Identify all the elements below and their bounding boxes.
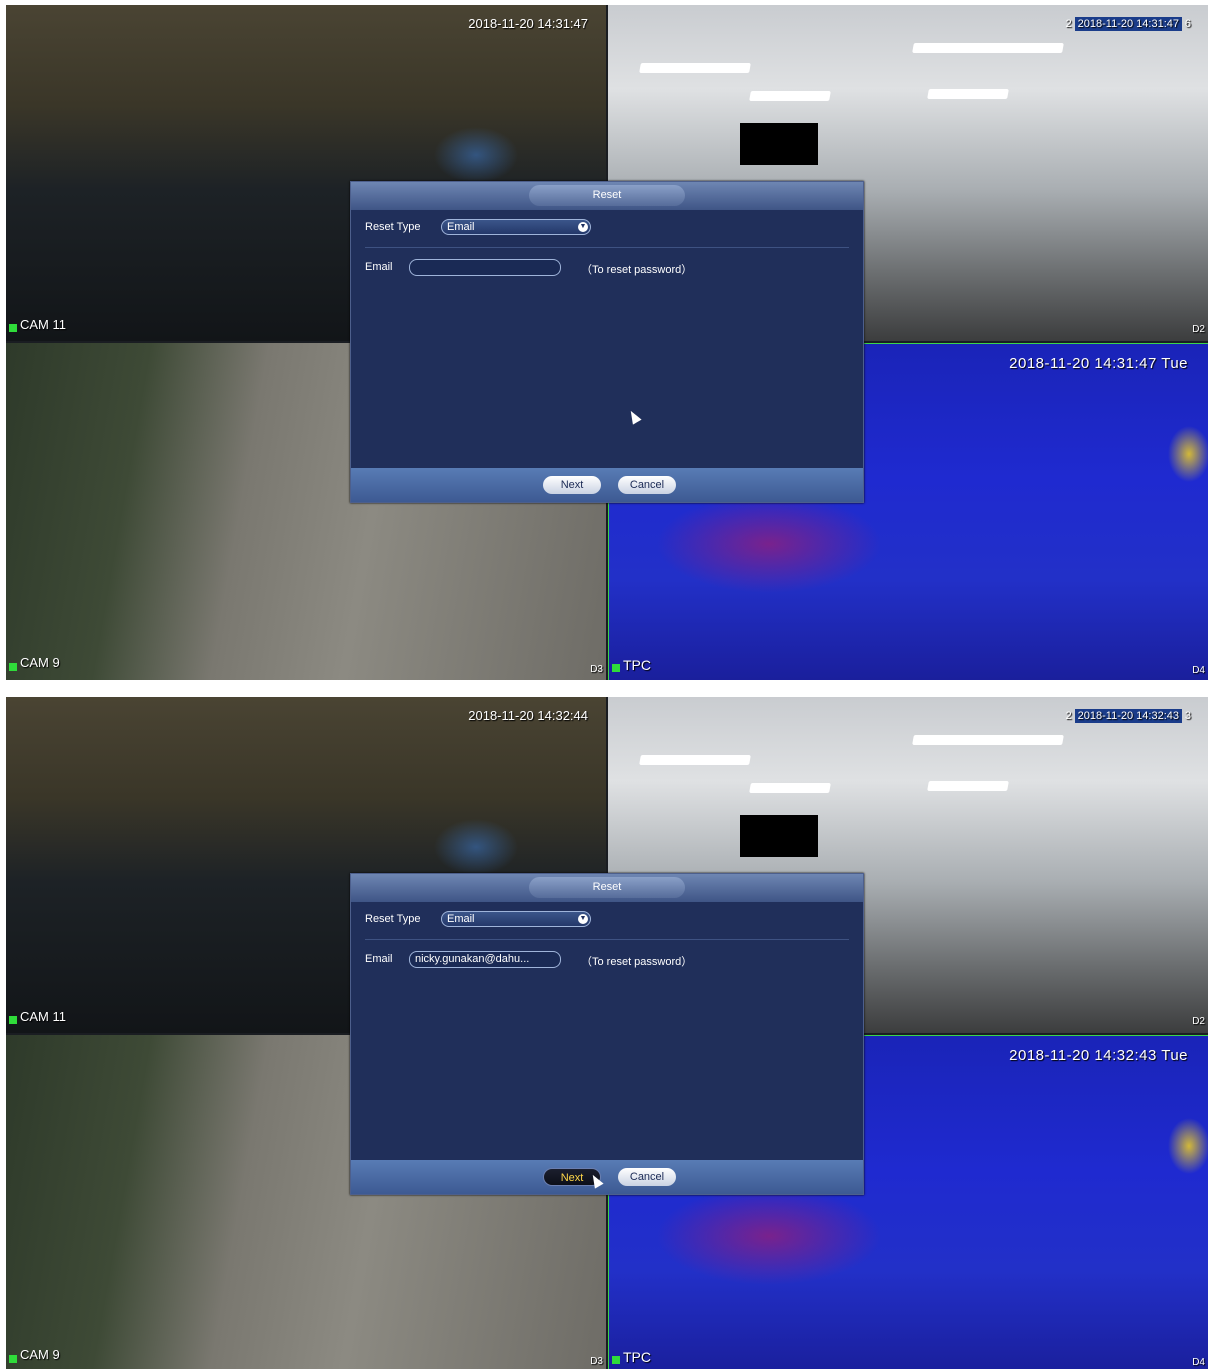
channel-label: D3: [590, 664, 603, 675]
recording-indicator-icon: [9, 1016, 17, 1024]
ceiling-light: [749, 91, 831, 101]
camera-name: TPC: [623, 1349, 651, 1365]
reset-dialog: Reset Reset Type Email ▼ Email （To reset…: [350, 181, 864, 503]
cancel-button[interactable]: Cancel: [618, 476, 676, 494]
email-field[interactable]: nicky.gunakan@dahu...: [409, 951, 561, 968]
reset-type-value: Email: [447, 221, 475, 233]
recording-indicator-icon: [612, 1356, 620, 1364]
reset-type-value: Email: [447, 913, 475, 925]
recording-indicator-icon: [9, 663, 17, 671]
email-hint: （To reset password）: [581, 264, 693, 276]
reset-type-select[interactable]: Email ▼: [441, 219, 591, 235]
mouse-pointer-icon: [626, 408, 642, 425]
email-hint: （To reset password）: [581, 956, 693, 968]
reset-type-label: Reset Type: [365, 913, 421, 925]
camera-timestamp: 2018-11-20 14:32:44: [468, 708, 588, 723]
email-label: Email: [365, 261, 393, 273]
camera-timestamp: 2 2018-11-20 14:31:47 6: [1066, 17, 1191, 31]
cancel-button[interactable]: Cancel: [618, 1168, 676, 1186]
ceiling-light: [749, 783, 831, 793]
chevron-down-icon[interactable]: ▼: [578, 914, 588, 924]
mouse-pointer-icon: [588, 1172, 604, 1189]
divider: [365, 939, 849, 940]
camera-name: CAM 11: [20, 317, 66, 332]
recording-indicator-icon: [9, 324, 17, 332]
dialog-header: Reset: [351, 182, 863, 210]
redaction-box: [740, 815, 818, 857]
dialog-footer: Next Cancel: [351, 468, 863, 502]
email-field[interactable]: [409, 259, 561, 276]
channel-label: D4: [1192, 1357, 1205, 1368]
ceiling-light: [639, 63, 751, 73]
recording-indicator-icon: [612, 664, 620, 672]
camera-timestamp: 2018-11-20 14:31:47 Tue: [1009, 355, 1188, 372]
camera-name: TPC: [623, 657, 651, 673]
camera-name: CAM 9: [20, 655, 60, 670]
timestamp-text: 2018-11-20 14:31:47: [1077, 18, 1179, 30]
divider: [365, 247, 849, 248]
ceiling-light: [912, 43, 1064, 53]
camera-timestamp: 2018-11-20 14:32:43 Tue: [1009, 1047, 1188, 1064]
camera-timestamp: 2018-11-20 14:31:47: [468, 16, 588, 31]
reset-dialog: Reset Reset Type Email ▼ Email nicky.gun…: [350, 873, 864, 1195]
reset-type-label: Reset Type: [365, 221, 421, 233]
chevron-down-icon[interactable]: ▼: [578, 222, 588, 232]
camera-timestamp: 2 2018-11-20 14:32:43 3: [1066, 709, 1191, 723]
camera-name: CAM 9: [20, 1347, 60, 1362]
dialog-title: Reset: [529, 877, 685, 898]
channel-label: D2: [1192, 324, 1205, 335]
email-label: Email: [365, 953, 393, 965]
channel-label: D4: [1192, 665, 1205, 676]
dialog-header: Reset: [351, 874, 863, 902]
nvr-screenshot-before: 2018-11-20 14:31:47 CAM 11 2 2018-11-20 …: [6, 5, 1208, 680]
timestamp-suffix: 3: [1184, 710, 1191, 722]
camera-name: CAM 11: [20, 1009, 66, 1024]
next-button[interactable]: Next: [543, 476, 601, 494]
channel-label: D3: [590, 1356, 603, 1367]
ceiling-light: [639, 755, 751, 765]
dialog-title: Reset: [529, 185, 685, 206]
redaction-box: [740, 123, 818, 165]
timestamp-suffix: 6: [1184, 18, 1191, 30]
ceiling-light: [927, 89, 1009, 99]
ceiling-light: [927, 781, 1009, 791]
timestamp-prefix: 2: [1065, 18, 1072, 30]
channel-label: D2: [1192, 1016, 1205, 1027]
ceiling-light: [912, 735, 1064, 745]
nvr-screenshot-after: 2018-11-20 14:32:44 CAM 11 2 2018-11-20 …: [6, 697, 1208, 1369]
timestamp-text: 2018-11-20 14:32:43: [1077, 710, 1179, 722]
recording-indicator-icon: [9, 1355, 17, 1363]
timestamp-prefix: 2: [1065, 710, 1072, 722]
reset-type-select[interactable]: Email ▼: [441, 911, 591, 927]
dialog-footer: Next Cancel: [351, 1160, 863, 1194]
